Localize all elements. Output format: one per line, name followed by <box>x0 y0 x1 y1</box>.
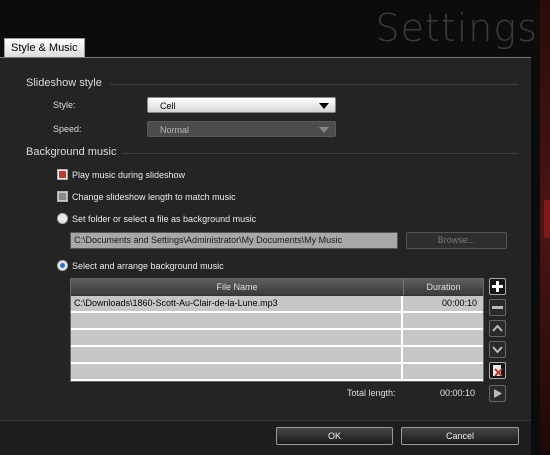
add-button[interactable] <box>489 278 506 295</box>
column-duration[interactable]: Duration <box>404 279 483 295</box>
change-length-checkbox[interactable] <box>57 191 68 202</box>
remove-icon <box>492 306 503 309</box>
delete-all-icon <box>493 365 503 376</box>
column-file-name[interactable]: File Name <box>71 279 404 295</box>
folder-path-field[interactable]: C:\Documents and Settings\Administrator\… <box>70 232 398 249</box>
play-music-checkbox-row[interactable]: Play music during slideshow <box>57 169 185 180</box>
ok-button[interactable]: OK <box>276 427 393 445</box>
duration-cell <box>403 364 483 379</box>
move-down-icon <box>492 346 503 354</box>
file-name-cell <box>71 347 403 362</box>
duration-cell <box>403 330 483 345</box>
style-label: Style: <box>53 100 76 110</box>
delete-all-button[interactable] <box>489 362 506 379</box>
speed-label: Speed: <box>53 124 82 134</box>
table-row[interactable] <box>71 364 483 381</box>
background-music-header: Background music <box>26 146 117 158</box>
file-name-cell <box>71 364 403 379</box>
remove-button[interactable] <box>489 299 506 316</box>
folder-radio[interactable] <box>57 213 68 224</box>
table-row[interactable] <box>71 347 483 364</box>
change-length-label: Change slideshow length to match music <box>72 191 236 202</box>
slideshow-style-header: Slideshow style <box>26 77 102 89</box>
background-window-edge <box>540 0 550 454</box>
play-icon <box>494 389 502 398</box>
total-length-label: Total length: <box>347 388 396 398</box>
play-music-label: Play music during slideshow <box>72 169 186 180</box>
speed-dropdown[interactable]: Normal <box>147 121 336 137</box>
table-header: File Name Duration <box>71 279 483 296</box>
play-music-checkbox[interactable] <box>57 169 68 180</box>
play-button[interactable] <box>489 385 506 402</box>
cancel-button[interactable]: Cancel <box>401 427 519 445</box>
change-length-checkbox-row[interactable]: Change slideshow length to match music <box>57 191 236 202</box>
style-value: Cell <box>160 101 176 111</box>
speed-value: Normal <box>160 125 190 135</box>
tab-style-music[interactable]: Style & Music <box>4 38 85 57</box>
chevron-down-icon <box>319 103 329 109</box>
table-row[interactable]: C:\Downloads\1860-Scott-Au-Clair-de-la-L… <box>71 296 483 313</box>
arrange-radio-row[interactable]: Select and arrange background music <box>57 260 224 271</box>
style-dropdown[interactable]: Cell <box>147 97 336 113</box>
duration-cell <box>403 347 483 362</box>
arrange-radio[interactable] <box>57 260 68 271</box>
table-row[interactable] <box>71 330 483 347</box>
window-title: Settings <box>375 6 538 50</box>
file-name-cell: C:\Downloads\1860-Scott-Au-Clair-de-la-L… <box>71 296 403 311</box>
divider <box>122 153 518 154</box>
add-icon <box>492 281 503 292</box>
arrange-radio-label: Select and arrange background music <box>72 260 224 271</box>
folder-radio-row[interactable]: Set folder or select a file as backgroun… <box>57 213 256 224</box>
table-row[interactable] <box>71 313 483 330</box>
duration-cell: 00:00:10 <box>441 298 477 308</box>
total-length-value: 00:00:10 <box>440 388 476 398</box>
duration-cell <box>403 313 483 328</box>
file-name-cell <box>71 313 403 328</box>
music-table: File Name Duration C:\Downloads\1860-Sco… <box>70 278 484 382</box>
file-name-cell <box>71 330 403 345</box>
chevron-down-icon <box>319 127 329 133</box>
browse-button[interactable]: Browse... <box>406 232 507 249</box>
move-up-button[interactable] <box>489 320 506 337</box>
move-down-button[interactable] <box>489 341 506 358</box>
divider <box>110 84 518 85</box>
move-up-icon <box>492 324 503 332</box>
folder-radio-label: Set folder or select a file as backgroun… <box>72 213 257 224</box>
